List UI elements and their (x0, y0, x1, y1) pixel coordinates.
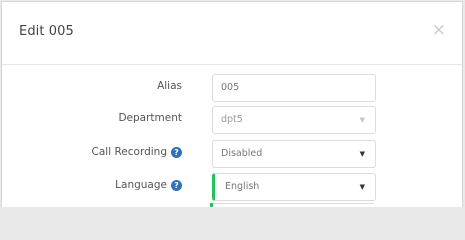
caret-down-icon: ▼ (359, 183, 365, 191)
language-select[interactable]: English ▼ (212, 173, 376, 201)
language-row: Language ? English ▼ (2, 172, 462, 202)
close-icon[interactable]: × (432, 22, 446, 39)
department-select[interactable]: dpt5 ▼ (212, 106, 376, 134)
alias-input[interactable]: 005 (212, 74, 376, 102)
call-recording-value: Disabled (221, 148, 263, 159)
call-recording-label-text: Call Recording (91, 146, 167, 158)
department-label-text: Department (118, 112, 182, 124)
alias-label-text: Alias (157, 80, 182, 92)
valid-indicator (210, 203, 213, 207)
alias-row: Alias 005 (2, 73, 462, 103)
help-icon[interactable]: ? (171, 179, 182, 191)
language-value: English (225, 181, 260, 192)
edit-dialog: Edit 005 × Alias 005 Department dpt5 ▼ C… (1, 1, 463, 207)
department-label: Department (118, 112, 182, 124)
call-recording-row: Call Recording ? Disabled ▼ (2, 139, 462, 169)
call-recording-label: Call Recording ? (92, 146, 182, 158)
chevron-down-icon: ▼ (359, 116, 365, 124)
language-label-text: Language (115, 179, 167, 191)
dialog-title: Edit 005 (19, 24, 74, 39)
language-label: Language ? (115, 179, 182, 191)
caret-down-icon: ▼ (359, 150, 365, 158)
alias-label: Alias (157, 80, 182, 92)
call-recording-select[interactable]: Disabled ▼ (212, 140, 376, 168)
next-field-top-edge (210, 203, 374, 207)
help-icon[interactable]: ? (171, 146, 182, 158)
department-row: Department dpt5 ▼ (2, 105, 462, 135)
dialog-header: Edit 005 × (2, 2, 462, 65)
department-value: dpt5 (221, 114, 243, 125)
